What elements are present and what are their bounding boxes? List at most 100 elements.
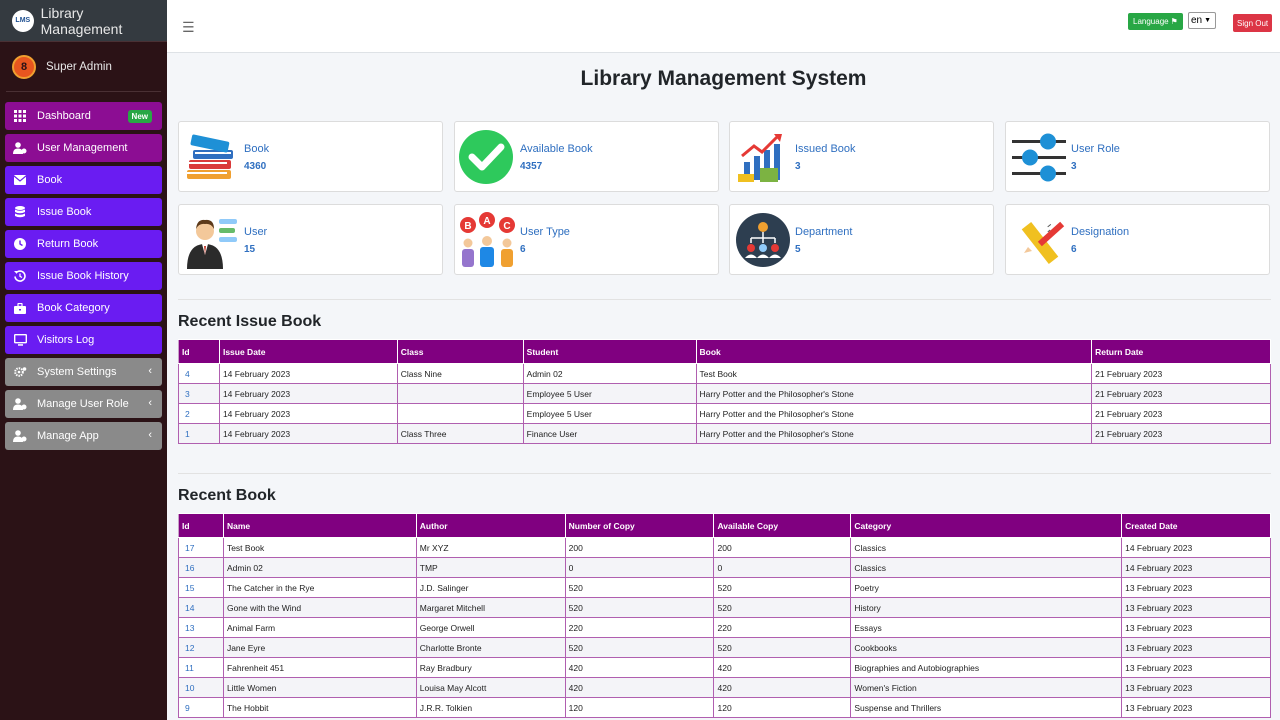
ruler-pencil-icon [1010, 211, 1068, 269]
svg-text:C: C [503, 221, 510, 232]
column-header: Id [178, 513, 224, 538]
chevron-left-icon: ‹ [148, 397, 152, 409]
table-cell: Suspense and Thrillers [850, 697, 1123, 718]
stat-card-user[interactable]: User 15 [178, 204, 443, 275]
sidebar-item-label: Book [37, 174, 63, 186]
table-cell: Classics [850, 537, 1123, 558]
avatar: 8 [12, 54, 36, 79]
chevron-down-icon: ▼ [1204, 17, 1212, 24]
sidebar-item-system-settings[interactable]: System Settings ‹ [5, 358, 162, 386]
stat-card-available-book[interactable]: Available Book 4357 [454, 121, 719, 192]
table-cell: 120 [713, 697, 852, 718]
table-cell: 200 [713, 537, 852, 558]
id-link[interactable]: 1 [178, 423, 220, 444]
brand[interactable]: LMS Library Management [0, 0, 167, 42]
recent-book-body: 17 Test Book Mr XYZ 200 200 Classics 14 … [178, 537, 1271, 718]
sidebar-item-manage-user-role[interactable]: Manage User Role ‹ [5, 390, 162, 418]
stat-label: Issued Book [795, 143, 856, 155]
stat-card-designation[interactable]: Designation 6 [1005, 204, 1270, 275]
table-cell: 420 [713, 677, 852, 698]
column-header: Category [850, 513, 1123, 538]
envelope-icon [13, 173, 27, 187]
table-cell: 13 February 2023 [1121, 657, 1271, 678]
briefcase-icon [13, 301, 27, 315]
sidebar-item-issue-book[interactable]: Issue Book [5, 198, 162, 226]
id-link[interactable]: 17 [178, 537, 224, 558]
sign-out-button[interactable]: Sign Out [1233, 14, 1273, 32]
column-header: Class [396, 339, 524, 364]
column-header: Book [695, 339, 1093, 364]
id-link[interactable]: 9 [178, 697, 224, 718]
id-link[interactable]: 13 [178, 617, 224, 638]
sidebar-item-label: Dashboard [37, 110, 91, 122]
stat-value: 4357 [520, 161, 543, 172]
sidebar-item-dashboard[interactable]: Dashboard New [5, 102, 162, 130]
menu-toggle-icon[interactable]: ☰ [182, 19, 195, 36]
table-cell: Essays [850, 617, 1123, 638]
column-header: Return Date [1091, 339, 1271, 364]
table-cell: 220 [713, 617, 852, 638]
sidebar-item-return-book[interactable]: Return Book [5, 230, 162, 258]
sidebar-item-label: User Management [37, 142, 128, 154]
divider [178, 299, 1271, 300]
table-row: 4 14 February 2023 Class Nine Admin 02 T… [178, 363, 1271, 384]
table-row: 17 Test Book Mr XYZ 200 200 Classics 14 … [178, 537, 1271, 558]
table-cell: Harry Potter and the Philosopher's Stone [695, 383, 1093, 404]
cogs-icon [13, 365, 27, 379]
table-row: 15 The Catcher in the Rye J.D. Salinger … [178, 577, 1271, 598]
id-link[interactable]: 3 [178, 383, 220, 404]
growth-chart-icon [734, 128, 792, 186]
id-link[interactable]: 14 [178, 597, 224, 618]
table-cell: Margaret Mitchell [415, 597, 566, 618]
table-cell: Class Nine [396, 363, 524, 384]
table-cell: Fahrenheit 451 [222, 657, 417, 678]
table-cell: Harry Potter and the Philosopher's Stone [695, 423, 1093, 444]
sidebar-item-label: Manage App [37, 430, 99, 442]
stat-value: 3 [1071, 161, 1077, 172]
id-link[interactable]: 10 [178, 677, 224, 698]
database-icon [13, 205, 27, 219]
table-cell: 21 February 2023 [1091, 403, 1271, 424]
table-cell: Test Book [222, 537, 417, 558]
language-button[interactable]: Language ⚑ [1128, 13, 1183, 30]
stat-value: 6 [520, 244, 526, 255]
user-panel[interactable]: 8 Super Admin [6, 42, 161, 92]
id-link[interactable]: 16 [178, 557, 224, 578]
sidebar-item-book[interactable]: Book [5, 166, 162, 194]
users-icon [13, 141, 27, 155]
stat-card-department[interactable]: Department 5 [729, 204, 994, 275]
id-link[interactable]: 11 [178, 657, 224, 678]
table-cell: 14 February 2023 [1121, 557, 1271, 578]
sidebar-item-user-management[interactable]: User Management [5, 134, 162, 162]
sidebar-item-visitors-log[interactable]: Visitors Log [5, 326, 162, 354]
sidebar-item-label: Manage User Role [37, 398, 129, 410]
sidebar-item-manage-app[interactable]: Manage App ‹ [5, 422, 162, 450]
id-link[interactable]: 4 [178, 363, 220, 384]
stat-card-user-role[interactable]: User Role 3 [1005, 121, 1270, 192]
stat-card-issued-book[interactable]: Issued Book 3 [729, 121, 994, 192]
table-cell [396, 403, 524, 424]
column-header: Author [415, 513, 566, 538]
table-cell: Test Book [695, 363, 1093, 384]
table-row: 13 Animal Farm George Orwell 220 220 Ess… [178, 617, 1271, 638]
stat-label: User Type [520, 226, 570, 238]
stat-card-book[interactable]: Book 4360 [178, 121, 443, 192]
table-cell: The Hobbit [222, 697, 417, 718]
sidebar: LMS Library Management 8 Super Admin Das… [0, 0, 167, 720]
language-select[interactable]: en ▼ [1188, 12, 1216, 29]
sidebar-item-label: Issue Book [37, 206, 92, 218]
id-link[interactable]: 15 [178, 577, 224, 598]
table-cell: TMP [415, 557, 566, 578]
table-cell: Admin 02 [522, 363, 697, 384]
clock-icon [13, 237, 27, 251]
stat-card-user-type[interactable]: B A C User Type 6 [454, 204, 719, 275]
top-header: ☰ Language ⚑ en ▼ Sign Out [167, 0, 1280, 53]
id-link[interactable]: 12 [178, 637, 224, 658]
table-row: 10 Little Women Louisa May Alcott 420 42… [178, 677, 1271, 698]
sidebar-item-issue-book-history[interactable]: Issue Book History [5, 262, 162, 290]
table-cell: 13 February 2023 [1121, 677, 1271, 698]
id-link[interactable]: 2 [178, 403, 220, 424]
stat-value: 15 [244, 244, 256, 255]
table-cell: 420 [564, 657, 715, 678]
sidebar-item-book-category[interactable]: Book Category [5, 294, 162, 322]
